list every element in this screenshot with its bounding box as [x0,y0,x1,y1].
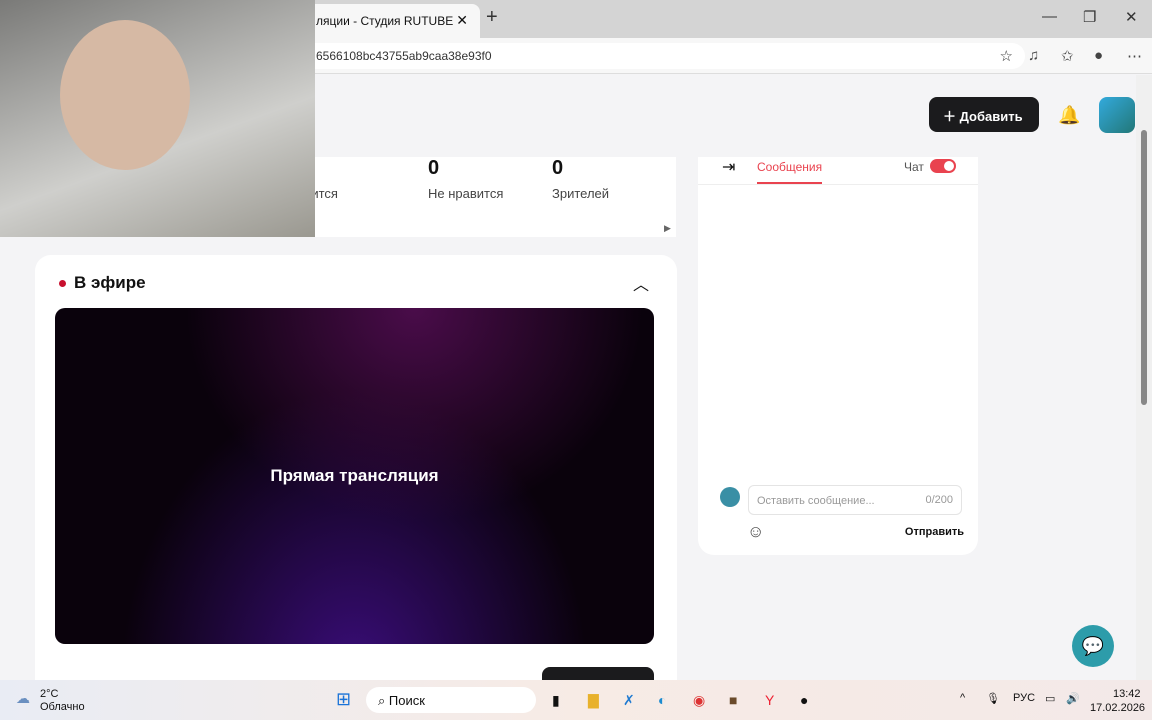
search-label: Поиск [388,693,425,708]
chevron-up-icon[interactable]: ︿ [633,271,649,295]
tray-chevron-icon[interactable]: ^ [960,692,965,704]
chat-panel: ⇥ Сообщения Чат Оставить сообщение... 0/2… [698,157,978,555]
mic-icon[interactable]: 🎙 [986,692,1000,705]
action-button[interactable] [542,667,654,680]
favorites-icon[interactable]: ✩ [1061,47,1074,65]
minimize-icon[interactable]: — [1042,8,1057,25]
close-window-icon[interactable]: ✕ [1125,8,1138,26]
chat-toggle[interactable] [930,159,956,173]
chat-tabs: ⇥ Сообщения Чат [698,157,978,185]
video-text: Прямая трансляция [270,466,439,485]
stat-viewers: 0 Зрителей [552,157,609,201]
avatar[interactable] [1099,97,1135,133]
stat-dislikes: 0 Не нравится [428,157,503,201]
more-icon[interactable]: ⋯ [1127,47,1142,65]
emoji-icon[interactable]: ☺ [747,522,764,542]
message-placeholder: Оставить сообщение... [757,495,875,507]
clock-date[interactable]: 17.02.2026 [1090,702,1145,714]
message-input[interactable]: Оставить сообщение... 0/200 [748,485,962,515]
live-title: В эфире [59,273,146,293]
add-label: Добавить [959,109,1023,124]
video-player[interactable]: Прямая трансляция [55,308,654,644]
obs-icon[interactable]: ● [800,692,808,708]
user-avatar [720,487,740,507]
media-icon[interactable]: ♫ [1028,47,1039,64]
scroll-right-icon[interactable]: ▶ [664,223,671,234]
yandex-icon[interactable]: Y [765,692,774,708]
scrollbar-thumb[interactable] [1141,130,1147,405]
live-dot-icon [59,280,66,288]
language-indicator[interactable]: РУС [1013,692,1035,704]
taskbar: ☁ 2°C Облачно ⊞ ⌕ Поиск ▮ ▇ ✗ ◐ ◉ ■ Y ● … [0,680,1152,720]
browser-tab[interactable]: ляции - Студия RUTUBE ✕ [300,4,480,38]
clock-time[interactable]: 13:42 [1113,688,1141,700]
collapse-icon[interactable]: ⇥ [722,157,735,177]
taskbar-search[interactable]: ⌕ Поиск [366,687,536,713]
page-scrollbar[interactable] [1136,75,1152,680]
char-counter: 0/200 [925,494,953,506]
vscode-icon[interactable]: ✗ [623,692,635,709]
add-button[interactable]: ＋ Добавить [929,97,1039,132]
network-icon[interactable]: ▭ [1045,692,1055,705]
maximize-icon[interactable]: ❐ [1083,8,1096,26]
tab-title: ляции - Студия RUTUBE [316,14,454,28]
stat-value: 0 [552,157,564,179]
live-card: В эфире ︿ Прямая трансляция [35,255,677,680]
volume-icon[interactable]: 🔊 [1066,692,1080,705]
edge-icon[interactable]: ◐ [658,692,666,708]
weather-desc[interactable]: Облачно [40,701,85,713]
explorer-icon[interactable]: ▇ [588,692,599,709]
url-input[interactable]: 6566108bc43755ab9caa38e93f0 ☆ [300,43,1025,69]
close-tab-icon[interactable]: ✕ [456,12,468,29]
favorite-star-icon[interactable]: ☆ [1000,47,1013,65]
send-button[interactable]: Отправить [905,526,964,538]
live-title-text: В эфире [74,273,146,292]
profile-icon[interactable]: ● [1094,47,1103,64]
webcam-overlay [0,0,315,237]
stat-value: 0 [428,157,440,179]
stat-label: Зрителей [552,186,610,201]
tab-messages[interactable]: Сообщения [757,160,823,184]
webcam-person [60,20,190,170]
url-text: 6566108bc43755ab9caa38e93f0 [316,49,492,63]
help-chat-icon[interactable]: 💬 [1072,625,1114,667]
weather-icon: ☁ [16,690,30,706]
chat-toggle-label: Чат [904,160,924,174]
bell-icon[interactable]: 🔔 [1058,105,1080,126]
weather-temp[interactable]: 2°C [40,688,58,700]
app-icon[interactable]: ▮ [552,692,560,709]
minecraft-icon[interactable]: ■ [729,692,737,708]
start-icon[interactable]: ⊞ [336,689,351,710]
stat-label: Не нравится [428,186,504,201]
chrome-icon[interactable]: ◉ [693,692,705,709]
new-tab-icon[interactable]: + [486,6,498,29]
